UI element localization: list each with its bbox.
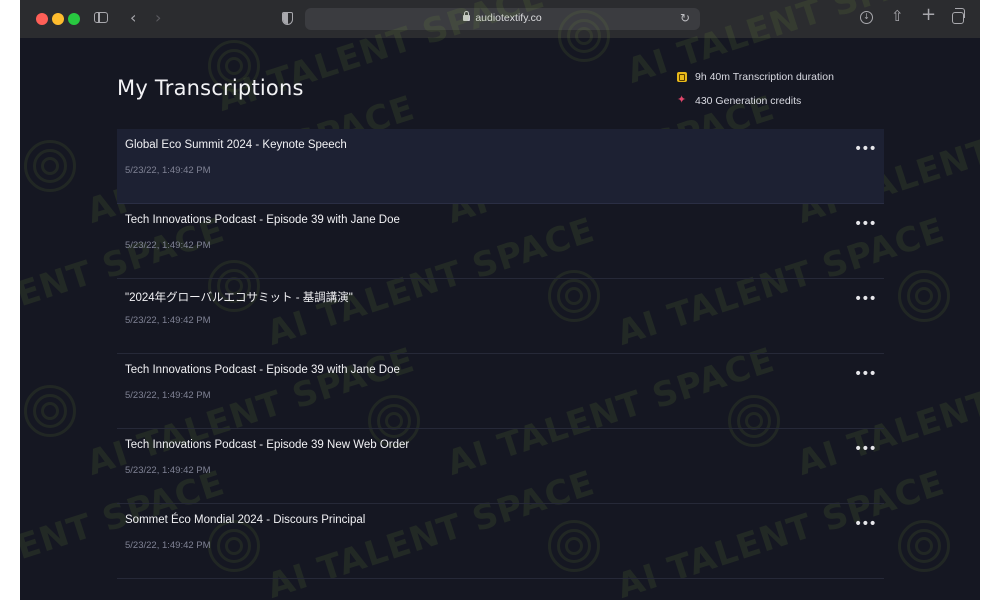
more-options-icon[interactable]: ••• [854, 367, 877, 381]
more-options-icon[interactable]: ••• [854, 517, 877, 531]
sparkle-icon: ✦ [677, 93, 687, 106]
transcription-title[interactable]: Tech Innovations Podcast - Episode 39 wi… [125, 214, 400, 226]
transcription-date: 5/23/22, 1:49:42 PM [125, 315, 211, 326]
transcription-title[interactable]: Global Eco Summit 2024 - Keynote Speech [125, 139, 347, 151]
credits-text: 430 Generation credits [695, 95, 802, 107]
download-icon[interactable]: ↓ [860, 11, 873, 24]
browser-toolbar: ‹ › audiotextify.co ↻ ↓ ⇧ + [20, 0, 980, 38]
transcription-title[interactable]: "2024年グローバルエコサミット - 基調講演" [125, 289, 353, 305]
transcription-title[interactable]: Tech Innovations Podcast - Episode 39 wi… [125, 364, 400, 376]
transcription-row[interactable]: "2024年グローバルエコサミット - 基調講演" 5/23/22, 1:49:… [117, 279, 884, 354]
privacy-shield-icon[interactable] [282, 12, 293, 25]
transcription-title[interactable]: Sommet Éco Mondial 2024 - Discours Princ… [125, 514, 365, 526]
address-bar[interactable]: audiotextify.co ↻ [305, 8, 700, 30]
more-options-icon[interactable]: ••• [854, 292, 877, 306]
share-icon[interactable]: ⇧ [891, 9, 904, 24]
forward-arrow-icon[interactable]: › [155, 10, 161, 26]
transcription-row[interactable]: Sommet Éco Mondial 2024 - Discours Princ… [117, 504, 884, 579]
browser-window: ‹ › audiotextify.co ↻ ↓ ⇧ + AI TALENT SP… [20, 0, 980, 600]
minimize-window-button[interactable] [52, 13, 64, 25]
watermark-logo-icon [898, 520, 950, 572]
transcription-date: 5/23/22, 1:49:42 PM [125, 240, 211, 251]
more-options-icon[interactable]: ••• [854, 217, 877, 231]
watermark-logo-icon [24, 385, 76, 437]
back-arrow-icon[interactable]: ‹ [130, 10, 136, 26]
transcription-row[interactable]: Tech Innovations Podcast - Episode 39 Ne… [117, 429, 884, 504]
page-title: My Transcriptions [117, 76, 304, 100]
transcription-row[interactable]: Tech Innovations Podcast - Episode 39 wi… [117, 204, 884, 279]
transcription-row[interactable]: Global Eco Summit 2024 - Keynote Speech … [117, 129, 884, 204]
duration-icon [677, 72, 687, 82]
tab-overview-icon[interactable] [952, 8, 965, 24]
transcription-date: 5/23/22, 1:49:42 PM [125, 540, 211, 551]
lock-icon [463, 11, 471, 21]
address-text: audiotextify.co [305, 11, 700, 24]
transcription-date: 5/23/22, 1:49:42 PM [125, 390, 211, 401]
transcription-list: Global Eco Summit 2024 - Keynote Speech … [117, 129, 884, 579]
more-options-icon[interactable]: ••• [854, 442, 877, 456]
transcription-title[interactable]: Tech Innovations Podcast - Episode 39 Ne… [125, 439, 409, 451]
watermark-logo-icon [24, 140, 76, 192]
new-tab-icon[interactable]: + [921, 6, 936, 24]
transcription-date: 5/23/22, 1:49:42 PM [125, 465, 211, 476]
zoom-window-button[interactable] [68, 13, 80, 25]
duration-text: 9h 40m Transcription duration [695, 71, 834, 83]
reload-icon[interactable]: ↻ [680, 11, 690, 25]
transcription-row[interactable]: Tech Innovations Podcast - Episode 39 wi… [117, 354, 884, 429]
transcription-date: 5/23/22, 1:49:42 PM [125, 165, 211, 176]
watermark-logo-icon [898, 270, 950, 322]
close-window-button[interactable] [36, 13, 48, 25]
more-options-icon[interactable]: ••• [854, 142, 877, 156]
sidebar-toggle-icon[interactable] [94, 12, 108, 23]
url-label: audiotextify.co [475, 12, 542, 24]
